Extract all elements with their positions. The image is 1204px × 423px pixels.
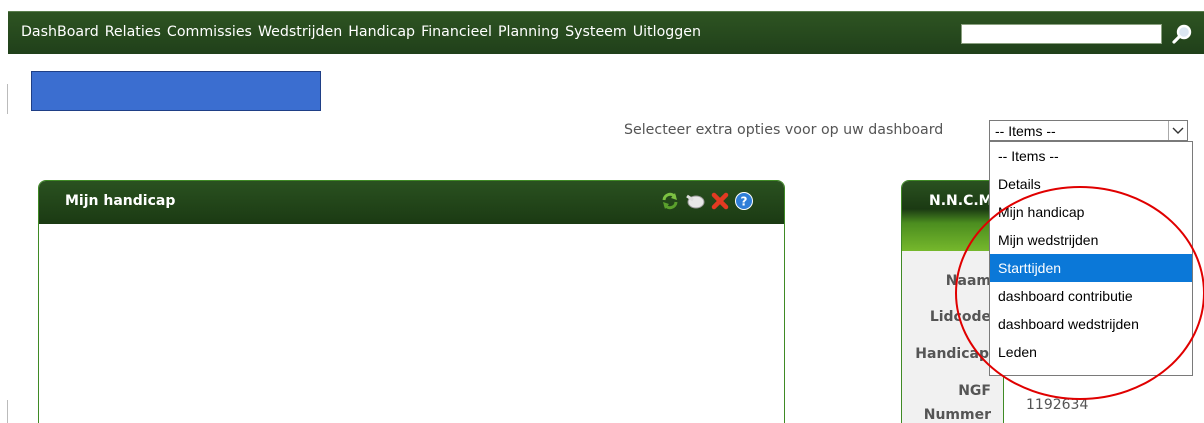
nav-item-wedstrijden[interactable]: Wedstrijden (258, 24, 342, 40)
widget-toolbar: ? (660, 191, 754, 211)
widget-mijn-handicap: Mijn handicap ? (38, 180, 785, 423)
option-mijn-handicap[interactable]: Mijn handicap (990, 198, 1192, 226)
search-button[interactable] (1170, 22, 1194, 46)
widget-title: Mijn handicap (65, 193, 176, 209)
option-dashboard-wedstrijden[interactable]: dashboard wedstrijden (990, 310, 1192, 338)
main-menu: DashBoard Relaties Commissies Wedstrijde… (21, 24, 701, 40)
left-edge-line-lower (7, 400, 8, 423)
dashboard-options-select[interactable]: -- Items -- (989, 120, 1188, 141)
page: DashBoard Relaties Commissies Wedstrijde… (0, 0, 1204, 423)
refresh-icon[interactable] (660, 191, 680, 211)
ngf-number-value: 1192634 (1026, 397, 1089, 413)
top-navbar: DashBoard Relaties Commissies Wedstrijde… (8, 11, 1204, 54)
option-starttijden[interactable]: Starttijden (990, 254, 1192, 282)
close-icon[interactable] (710, 191, 730, 211)
magnifier-icon (1172, 24, 1192, 44)
label-nummer: Nummer (923, 407, 991, 423)
label-naam: Naam (945, 273, 991, 289)
nav-item-dashboard[interactable]: DashBoard (21, 24, 99, 40)
dashboard-options-dropdown: -- Items -- Details Mijn handicap Mijn w… (989, 141, 1193, 376)
select-current-value: -- Items -- (995, 123, 1056, 139)
option-mijn-wedstrijden[interactable]: Mijn wedstrijden (990, 226, 1192, 254)
option-dashboard-contributie[interactable]: dashboard contributie (990, 282, 1192, 310)
svg-text:?: ? (741, 195, 748, 209)
widget-ncm-body: Naam Lidcode Handicap NGF Nummer (902, 251, 1003, 423)
left-edge-line (7, 84, 8, 114)
label-ngf: NGF (958, 383, 991, 399)
help-icon[interactable]: ? (734, 191, 754, 211)
nav-item-planning[interactable]: Planning (498, 24, 559, 40)
chevron-down-icon[interactable] (1168, 121, 1187, 140)
option-items[interactable]: -- Items -- (990, 142, 1192, 170)
label-handicap: Handicap (915, 346, 989, 362)
nav-item-commissies[interactable]: Commissies (167, 24, 252, 40)
widget-ncm-title: N.N.C.M (929, 193, 993, 209)
option-details[interactable]: Details (990, 170, 1192, 198)
nav-item-uitloggen[interactable]: Uitloggen (633, 24, 701, 40)
nav-item-systeem[interactable]: Systeem (565, 24, 627, 40)
nav-item-relaties[interactable]: Relaties (105, 24, 161, 40)
widget-ncm-header: N.N.C.M (902, 181, 1003, 251)
dashboard-options-label: Selecteer extra opties voor op uw dashbo… (624, 122, 944, 138)
option-leden[interactable]: Leden (990, 338, 1192, 366)
club-banner (31, 71, 321, 111)
label-lidcode: Lidcode (929, 309, 991, 325)
nav-item-handicap[interactable]: Handicap (348, 24, 415, 40)
minimize-icon[interactable] (684, 191, 706, 211)
widget-header: Mijn handicap ? (39, 181, 784, 224)
nav-item-financieel[interactable]: Financieel (421, 24, 492, 40)
search-input[interactable] (961, 24, 1162, 44)
